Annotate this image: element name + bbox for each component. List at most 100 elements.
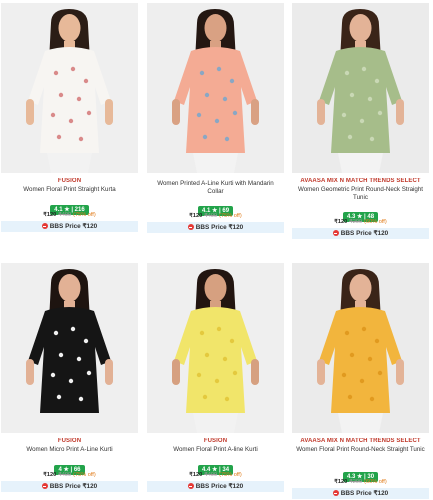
- product-card[interactable]: FUSION Women Micro Print A-Line Kurti 4 …: [1, 263, 138, 492]
- product-image[interactable]: [1, 3, 138, 173]
- price-row: ₹120 ₹499 (75% off): [1, 472, 138, 478]
- print-motif: [367, 356, 373, 362]
- face: [58, 274, 81, 302]
- product-title[interactable]: Women Geometric Print Round-Neck Straigh…: [292, 186, 429, 201]
- print-motif: [70, 66, 76, 72]
- print-motif: [369, 136, 375, 142]
- right-arm: [396, 359, 404, 385]
- print-motif: [202, 394, 208, 400]
- discount-label: (75% off): [219, 472, 242, 478]
- print-motif: [344, 70, 350, 76]
- product-title[interactable]: Women Printed A-Line Kurti with Mandarin…: [147, 180, 284, 195]
- model-illustration: [292, 3, 429, 173]
- product-title[interactable]: Women Floral Print Straight Kurta: [1, 186, 138, 194]
- bbs-price-button[interactable]: BBS Price ₹120: [147, 222, 284, 233]
- price-row: ₹120 ₹299 (60% off): [292, 479, 429, 485]
- print-motif: [347, 394, 353, 400]
- product-grid: FUSION Women Floral Print Straight Kurta…: [0, 0, 433, 500]
- face: [349, 14, 372, 42]
- bbs-icon: [41, 223, 48, 229]
- product-brand: AVAASA MIX N MATCH TRENDS SELECT: [300, 178, 421, 184]
- right-arm: [105, 359, 113, 385]
- product-title[interactable]: Women Floral Print Round-Neck Straight T…: [292, 446, 429, 461]
- print-motif: [377, 110, 383, 116]
- trousers: [193, 413, 238, 433]
- product-title[interactable]: Women Micro Print A-Line Kurti: [1, 446, 138, 454]
- face: [204, 14, 227, 42]
- face: [58, 14, 81, 42]
- print-motif: [224, 136, 230, 142]
- print-motif: [222, 96, 228, 102]
- product-image[interactable]: [1, 263, 138, 433]
- right-arm: [251, 359, 259, 385]
- mrp-price: ₹499: [204, 472, 218, 478]
- bbs-price-button[interactable]: BBS Price ₹120: [1, 221, 138, 232]
- selling-price: ₹120: [334, 479, 348, 485]
- bbs-price-label: BBS Price ₹120: [49, 483, 98, 490]
- product-image[interactable]: [292, 263, 429, 433]
- print-motif: [70, 326, 76, 332]
- bbs-price-button[interactable]: BBS Price ₹120: [292, 488, 429, 499]
- print-motif: [222, 356, 228, 362]
- print-motif: [232, 110, 238, 116]
- model-illustration: [292, 263, 429, 433]
- product-image[interactable]: [292, 3, 429, 173]
- product-title[interactable]: Women Floral Print A-line Kurti: [147, 446, 284, 454]
- right-arm: [396, 99, 404, 125]
- left-arm: [172, 359, 180, 385]
- print-motif: [68, 118, 74, 124]
- product-card[interactable]: AVAASA MIX N MATCH TRENDS SELECT Women G…: [292, 3, 429, 239]
- product-brand: FUSION: [57, 438, 82, 444]
- print-motif: [58, 92, 64, 98]
- bbs-icon: [41, 483, 48, 489]
- right-arm: [251, 99, 259, 125]
- price-row: ₹120 ₹499 (75% off): [1, 212, 138, 218]
- print-motif: [344, 330, 350, 336]
- print-motif: [83, 338, 89, 344]
- print-motif: [199, 330, 205, 336]
- print-motif: [359, 378, 365, 384]
- bbs-icon: [187, 224, 194, 230]
- product-card[interactable]: FUSION Women Floral Print A-line Kurti 4…: [147, 263, 284, 492]
- print-motif: [50, 372, 56, 378]
- mrp-price: ₹299: [349, 479, 363, 485]
- print-motif: [56, 394, 62, 400]
- print-motif: [369, 396, 375, 402]
- print-motif: [224, 396, 230, 402]
- discount-label: (75% off): [73, 472, 96, 478]
- discount-label: (60% off): [364, 219, 387, 225]
- product-image[interactable]: [147, 263, 284, 433]
- print-motif: [86, 110, 92, 116]
- mrp-price: ₹499: [58, 212, 72, 218]
- print-motif: [229, 78, 235, 84]
- product-card[interactable]: FUSION Women Floral Print Straight Kurta…: [1, 3, 138, 232]
- product-card[interactable]: AVAASA MIX N MATCH TRENDS SELECT Women F…: [292, 263, 429, 499]
- bbs-price-label: BBS Price ₹120: [49, 223, 98, 230]
- trousers: [338, 153, 383, 173]
- selling-price: ₹120: [43, 472, 57, 478]
- print-motif: [76, 356, 82, 362]
- product-image[interactable]: [147, 3, 284, 173]
- selling-price: ₹120: [43, 212, 57, 218]
- price-row: ₹120 ₹299 (60% off): [292, 219, 429, 225]
- discount-label: (75% off): [219, 213, 242, 219]
- bbs-price-label: BBS Price ₹120: [195, 483, 244, 490]
- product-brand: AVAASA MIX N MATCH TRENDS SELECT: [300, 438, 421, 444]
- bbs-price-button[interactable]: BBS Price ₹120: [147, 481, 284, 492]
- selling-price: ₹120: [334, 219, 348, 225]
- print-motif: [58, 352, 64, 358]
- trousers: [47, 153, 92, 173]
- print-motif: [341, 372, 347, 378]
- print-motif: [347, 134, 353, 140]
- bbs-price-button[interactable]: BBS Price ₹120: [1, 481, 138, 492]
- left-arm: [172, 99, 180, 125]
- bbs-price-label: BBS Price ₹120: [340, 230, 389, 237]
- bbs-price-button[interactable]: BBS Price ₹120: [292, 228, 429, 239]
- print-motif: [204, 352, 210, 358]
- print-motif: [56, 134, 62, 140]
- print-motif: [76, 96, 82, 102]
- print-motif: [68, 378, 74, 384]
- product-card[interactable]: Women Printed A-Line Kurti with Mandarin…: [147, 3, 284, 233]
- print-motif: [53, 70, 59, 76]
- bbs-icon: [332, 490, 339, 496]
